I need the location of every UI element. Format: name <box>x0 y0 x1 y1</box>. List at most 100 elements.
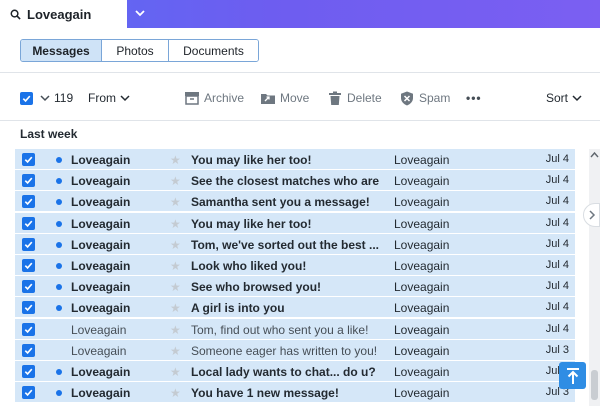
select-menu-chevron-icon[interactable] <box>39 92 51 104</box>
message-from: Loveagain <box>71 259 131 273</box>
expand-panel-button[interactable] <box>583 203 600 227</box>
message-row[interactable]: Loveagain ★ See the closest matches who ar… <box>15 170 575 192</box>
star-icon[interactable]: ★ <box>170 195 181 209</box>
unread-dot-icon[interactable] <box>56 157 62 163</box>
select-all-checkbox[interactable] <box>20 82 33 114</box>
search-tab[interactable]: Loveagain <box>0 0 127 28</box>
row-checkbox[interactable] <box>22 195 35 209</box>
message-sender: Loveagain <box>394 195 450 210</box>
star-icon[interactable]: ★ <box>170 153 181 167</box>
row-checkbox[interactable] <box>22 237 35 251</box>
message-row[interactable]: Loveagain ★ Look who liked you! Loveagain Ju… <box>15 255 575 276</box>
unread-dot-icon[interactable] <box>56 178 62 185</box>
more-actions-button[interactable]: ••• <box>466 82 482 114</box>
scrollbar-thumb[interactable] <box>591 370 598 400</box>
row-checkbox[interactable] <box>22 301 35 315</box>
message-row[interactable]: Loveagain ★ Samantha sent you a message! Lo… <box>15 191 575 213</box>
tab-messages[interactable]: Messages <box>21 40 102 61</box>
message-date: Jul 4 <box>545 301 569 314</box>
message-from: Loveagain <box>71 343 127 358</box>
checkbox-checked-icon <box>24 156 33 164</box>
trash-icon <box>329 91 341 105</box>
star-icon[interactable]: ★ <box>170 386 181 400</box>
scroll-up-arrow-icon[interactable] <box>589 150 600 160</box>
message-sender: Loveagain <box>394 153 450 167</box>
sort-button[interactable]: Sort <box>546 82 583 114</box>
row-checkbox[interactable] <box>22 343 35 357</box>
message-row[interactable]: Loveagain ★ See who browsed you! Loveagain J… <box>15 276 575 298</box>
row-checkbox[interactable] <box>22 386 35 400</box>
unread-dot-icon[interactable] <box>56 199 62 206</box>
star-icon[interactable]: ★ <box>170 280 181 294</box>
message-row[interactable]: Loveagain ★ Tom, we've sorted out the best… <box>15 233 575 255</box>
row-checkbox[interactable] <box>22 365 35 378</box>
row-checkbox[interactable] <box>22 216 35 230</box>
move-label: Move <box>280 91 310 105</box>
row-checkbox[interactable] <box>22 280 35 294</box>
message-row[interactable]: Loveagain ★ Local lady wants to chat... do… <box>15 361 575 382</box>
unread-dot-icon[interactable] <box>56 305 62 312</box>
star-icon[interactable]: ★ <box>170 174 181 188</box>
message-from: Loveagain <box>71 174 131 189</box>
archive-button[interactable]: Archive <box>184 82 244 114</box>
delete-button[interactable]: Delete <box>328 82 382 114</box>
unread-dot-icon[interactable] <box>56 390 62 397</box>
checkbox-checked-icon <box>24 283 33 291</box>
star-icon[interactable]: ★ <box>170 365 181 379</box>
message-subject: Local lady wants to chat... do u? <box>191 365 376 379</box>
spam-button[interactable]: Spam <box>400 82 450 114</box>
unread-dot-icon[interactable] <box>56 369 62 375</box>
message-row[interactable]: Loveagain ★ You may like her too! Loveagain… <box>15 212 575 234</box>
star-icon[interactable]: ★ <box>170 217 181 231</box>
divider <box>0 72 600 73</box>
message-from: Loveagain <box>71 153 131 167</box>
checkbox-checked-icon <box>20 91 33 105</box>
message-row[interactable]: Loveagain ★ Tom, find out who sent you a l… <box>15 318 575 340</box>
message-from: Loveagain <box>71 301 131 316</box>
checkbox-checked-icon <box>24 262 33 270</box>
message-sender: Loveagain <box>394 301 450 316</box>
scrollbar-track[interactable] <box>589 149 600 406</box>
message-subject: Someone eager has written to you! <box>191 343 378 358</box>
message-row[interactable]: Loveagain ★ A girl is into you Loveagain Jul… <box>15 297 575 319</box>
chevron-down-icon[interactable] <box>133 6 147 20</box>
star-icon[interactable]: ★ <box>170 301 181 315</box>
unread-dot-icon[interactable] <box>56 284 62 291</box>
move-button[interactable]: Move <box>260 82 309 114</box>
star-icon[interactable]: ★ <box>170 259 181 273</box>
unread-dot-icon[interactable] <box>56 263 62 269</box>
star-icon[interactable]: ★ <box>170 344 181 358</box>
top-tab-bar: Loveagain <box>0 0 600 28</box>
tab-photos[interactable]: Photos <box>102 40 169 61</box>
message-row[interactable]: Loveagain ★ You have 1 new message! Loveaga… <box>15 382 575 404</box>
message-sender: Loveagain <box>394 386 450 401</box>
tab-documents[interactable]: Documents <box>169 40 258 61</box>
star-icon[interactable]: ★ <box>170 323 181 337</box>
shield-icon <box>401 91 413 105</box>
message-row[interactable]: Loveagain ★ You may like her too! Loveagain… <box>15 149 575 170</box>
unread-dot-icon[interactable] <box>56 241 62 248</box>
search-icon <box>10 9 21 20</box>
checkbox-checked-icon <box>24 177 33 185</box>
scroll-to-top-button[interactable] <box>559 362 586 389</box>
message-subject: You have 1 new message! <box>191 386 339 401</box>
message-row[interactable]: Loveagain ★ Someone eager has written to y… <box>15 339 575 361</box>
row-checkbox[interactable] <box>22 259 35 272</box>
message-sender: Loveagain <box>394 322 450 337</box>
row-checkbox[interactable] <box>22 174 35 188</box>
message-subject: Tom, find out who sent you a like! <box>191 322 369 337</box>
spam-label: Spam <box>419 91 451 105</box>
unread-dot-icon[interactable] <box>56 220 62 227</box>
checkbox-checked-icon <box>24 220 33 227</box>
star-icon[interactable]: ★ <box>170 238 181 252</box>
message-sender: Loveagain <box>394 237 450 252</box>
row-checkbox[interactable] <box>22 322 35 336</box>
message-date: Jul 4 <box>545 216 569 229</box>
chevron-right-icon <box>588 210 595 220</box>
message-toolbar: 119 From Archive Move Delete Spam ••• So… <box>0 82 600 114</box>
row-checkbox[interactable] <box>22 153 35 166</box>
search-query: Loveagain <box>27 6 92 22</box>
checkbox-checked-icon <box>24 368 33 376</box>
from-filter-button[interactable]: From <box>88 82 131 114</box>
chevron-down-icon <box>120 95 130 102</box>
